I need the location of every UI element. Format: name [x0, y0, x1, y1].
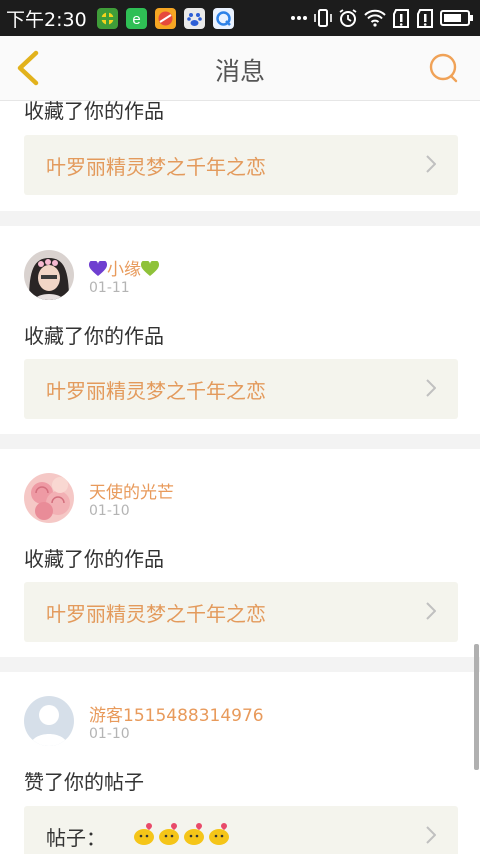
signal-1-icon: [393, 9, 409, 28]
search-button[interactable]: [428, 52, 460, 84]
message-date: 01-11: [89, 280, 130, 296]
vibrate-icon: [314, 9, 332, 27]
message-list: 收藏了你的作品 叶罗丽精灵梦之千年之恋 小缘 01-11 收藏了你的作品 叶罗丽…: [0, 101, 480, 854]
default-avatar-icon: [24, 696, 74, 746]
chick-emoji-icon: [159, 823, 179, 845]
search-icon: [429, 53, 458, 83]
purple-heart-icon: [88, 259, 108, 276]
referenced-work[interactable]: 叶罗丽精灵梦之千年之恋: [24, 582, 458, 642]
chick-emoji-icon: [134, 823, 154, 845]
referenced-post[interactable]: 帖子：: [24, 806, 458, 854]
status-icons: [290, 6, 474, 30]
chick-emoji-icon: [184, 823, 204, 845]
chevron-right-icon: [426, 826, 436, 844]
qq-browser-notification-icon: [213, 8, 234, 29]
work-title: 叶罗丽精灵梦之千年之恋: [46, 602, 266, 626]
more-dots-icon: [291, 16, 307, 20]
referenced-work[interactable]: 叶罗丽精灵梦之千年之恋: [24, 359, 458, 419]
alarm-icon: [339, 9, 357, 27]
avatar[interactable]: [24, 696, 74, 746]
work-title: 叶罗丽精灵梦之千年之恋: [46, 155, 266, 179]
avatar[interactable]: [24, 250, 74, 300]
user-name[interactable]: 小缘: [88, 255, 160, 280]
action-text: 赞了你的帖子: [24, 770, 144, 794]
baidu-notification-icon: [184, 8, 205, 29]
chick-emoji-icon: [209, 823, 229, 845]
action-text: 收藏了你的作品: [24, 324, 164, 348]
chevron-right-icon: [426, 602, 436, 620]
user-name[interactable]: 游客1515488314976: [89, 701, 264, 726]
green-heart-icon: [140, 259, 160, 276]
page-title: 消息: [214, 57, 265, 86]
scrollbar[interactable]: [474, 644, 479, 770]
post-emoji-row: [132, 822, 231, 846]
message-card: 天使的光芒 01-10 收藏了你的作品 叶罗丽精灵梦之千年之恋: [0, 449, 480, 657]
message-card: 小缘 01-11 收藏了你的作品 叶罗丽精灵梦之千年之恋: [0, 226, 480, 434]
game-notification-icon: [155, 8, 176, 29]
wifi-icon: [364, 9, 386, 27]
user-name-text: 小缘: [107, 260, 141, 280]
message-date: 01-10: [89, 503, 130, 519]
action-text: 收藏了你的作品: [24, 547, 164, 571]
work-title: 叶罗丽精灵梦之千年之恋: [46, 379, 266, 403]
battery-icon: [440, 10, 473, 26]
app-notification-icon: [97, 8, 118, 29]
chevron-right-icon: [426, 155, 436, 173]
top-header: 消息: [0, 36, 480, 101]
post-label: 帖子：: [46, 826, 106, 850]
action-text: 收藏了你的作品: [24, 101, 164, 123]
avatar[interactable]: [24, 473, 74, 523]
svg-text:e: e: [132, 11, 140, 28]
status-time: 下午2:30: [6, 9, 87, 31]
signal-2-icon: [417, 9, 433, 28]
status-bar: 下午2:30 e: [0, 0, 480, 36]
referenced-work[interactable]: 叶罗丽精灵梦之千年之恋: [24, 135, 458, 195]
browser-notification-icon: e: [126, 8, 147, 29]
user-name[interactable]: 天使的光芒: [89, 478, 174, 503]
message-card: 游客1515488314976 01-10 赞了你的帖子 帖子：: [0, 672, 480, 854]
chevron-right-icon: [426, 379, 436, 397]
message-card: 收藏了你的作品 叶罗丽精灵梦之千年之恋: [0, 101, 480, 211]
message-date: 01-10: [89, 726, 130, 742]
